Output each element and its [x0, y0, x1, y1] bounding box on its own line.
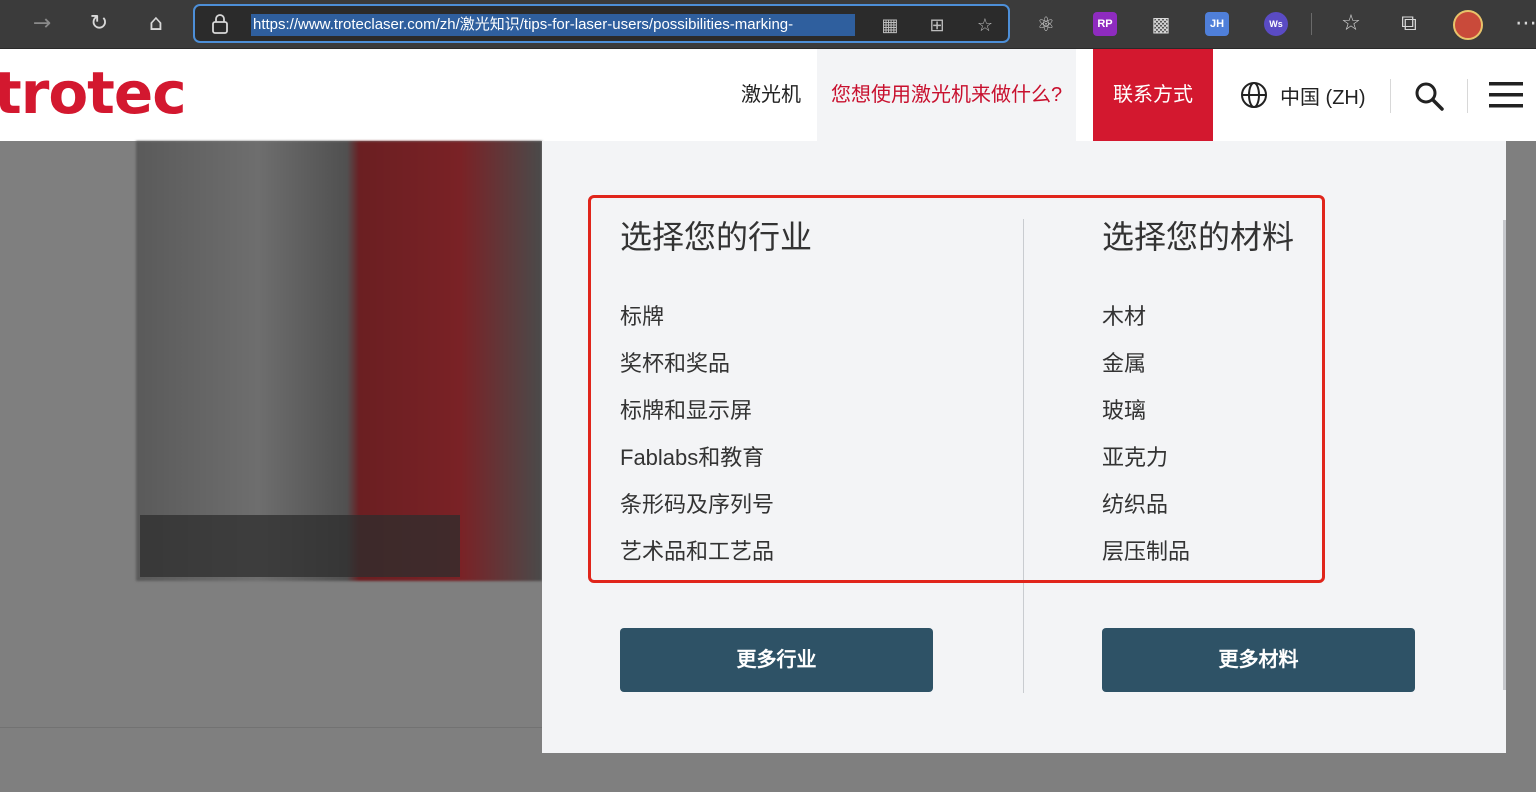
forward-icon[interactable]: → [28, 10, 56, 38]
search-icon[interactable] [1414, 81, 1444, 111]
avatar[interactable] [1453, 10, 1483, 40]
qr-code-icon[interactable]: ▩ [1147, 10, 1175, 38]
nav-what-to-do[interactable]: 您想使用激光机来做什么? [817, 49, 1077, 141]
highlight-box [588, 195, 1325, 583]
collections-icon[interactable]: ⧉ [1395, 10, 1423, 38]
lock-icon[interactable] [209, 13, 231, 35]
header-divider [1390, 79, 1391, 113]
trotec-logo[interactable]: trotec [0, 63, 187, 123]
split-screen-icon[interactable]: ⊞ [925, 13, 949, 37]
site-header: trotec 激光机 您想使用激光机来做什么? 联系方式 中国 (ZH) [0, 49, 1536, 141]
language-selector[interactable]: 中国 (ZH) [1240, 49, 1366, 141]
add-favorite-icon[interactable]: ☆ [973, 13, 997, 37]
ws-extension-icon[interactable]: Ws [1264, 12, 1288, 36]
hamburger-menu-icon[interactable] [1489, 82, 1523, 108]
more-industries-button[interactable]: 更多行业 [620, 628, 933, 692]
home-icon[interactable]: ⌂ [142, 10, 170, 38]
browser-toolbar: → ↻ ⌂ https://www.troteclaser.com/zh/激光知… [0, 0, 1536, 49]
url-text[interactable]: https://www.troteclaser.com/zh/激光知识/tips… [251, 14, 855, 36]
globe-icon [1241, 82, 1267, 108]
panel-scrollbar[interactable] [1503, 220, 1506, 690]
jh-extension-icon[interactable]: JH [1205, 12, 1229, 36]
more-menu-icon[interactable]: ⋯ [1512, 10, 1536, 38]
rp-extension-icon[interactable]: RP [1093, 12, 1117, 36]
address-bar[interactable]: https://www.troteclaser.com/zh/激光知识/tips… [193, 4, 1010, 43]
react-devtools-icon[interactable]: ⚛ [1032, 10, 1060, 38]
reload-icon[interactable]: ↻ [85, 10, 113, 38]
toolbar-divider [1311, 13, 1312, 35]
header-divider [1467, 79, 1468, 113]
more-materials-button[interactable]: 更多材料 [1102, 628, 1415, 692]
nav-contact[interactable]: 联系方式 [1093, 49, 1213, 141]
app-available-icon[interactable]: ▦ [878, 13, 902, 37]
background-divider [0, 727, 542, 728]
favorites-icon[interactable]: ☆ [1337, 10, 1365, 38]
language-label: 中国 (ZH) [1280, 86, 1366, 109]
nav-lasers[interactable]: 激光机 [741, 49, 801, 141]
background-video-bar [140, 515, 460, 577]
